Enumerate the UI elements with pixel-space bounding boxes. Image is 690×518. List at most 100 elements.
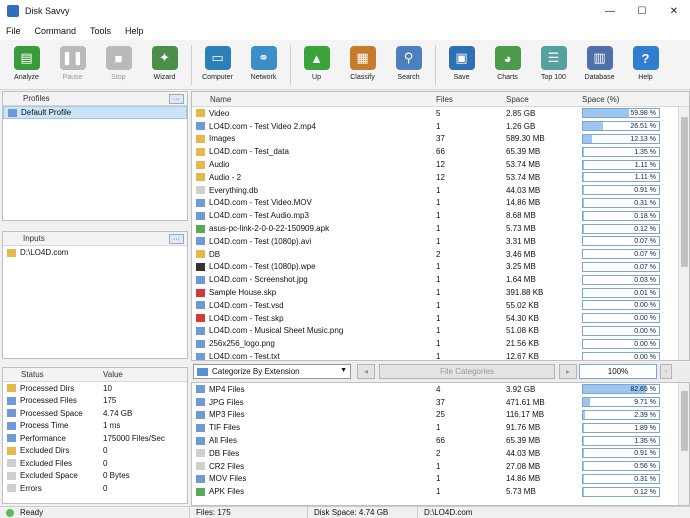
analyze-button[interactable]: ▤ Analyze	[4, 40, 49, 90]
table-row[interactable]: DB Files 2 44.03 MB 0.91 %	[192, 447, 689, 460]
table-row[interactable]: LO4D.com - Screenshot.jpg 1 1.64 MB 0.03 %	[192, 273, 689, 286]
space-pct-cell: 0.03 %	[580, 274, 666, 285]
table-row[interactable]: MP4 Files 4 3.92 GB 82.65 %	[192, 383, 689, 396]
table-row[interactable]: LO4D.com - Test_data 66 65.39 MB 1.35 %	[192, 145, 689, 158]
percent-box[interactable]: 100%	[579, 364, 657, 379]
table-row[interactable]: Images 37 589.30 MB 12.13 %	[192, 133, 689, 146]
files-cell: 1	[436, 121, 441, 131]
space-pct-bar: 0.00 %	[582, 325, 660, 336]
space-pct-column-header[interactable]: Space (%)	[580, 95, 666, 104]
categories-scrollbar-thumb[interactable]	[681, 391, 688, 451]
inputs-options-button[interactable]: ···	[169, 234, 184, 244]
space-pct-text: 0.18 %	[634, 212, 656, 220]
help-button[interactable]: ? Help	[623, 40, 668, 90]
database-button[interactable]: ▥ Database	[577, 40, 622, 90]
files-cell: 5	[436, 108, 441, 118]
name-text: LO4D.com - Test.txt	[209, 352, 280, 361]
categorize-select[interactable]: Categorize By Extension ▼	[193, 364, 351, 379]
table-row[interactable]: MOV Files 1 14.86 MB 0.31 %	[192, 473, 689, 486]
table-row[interactable]: Sample House.skp 1 391.88 KB 0.01 %	[192, 286, 689, 299]
menu-file[interactable]: File	[6, 26, 21, 36]
table-row[interactable]: LO4D.com - Test (1080p).wpe 1 3.25 MB 0.07 …	[192, 261, 689, 274]
files-cell: 1	[436, 198, 441, 208]
status-row[interactable]: Processed Space 4.74 GB	[3, 407, 187, 420]
value-column-header[interactable]: Value	[103, 370, 187, 379]
name-cell: asus-pc-link-2-0-0-22-150909.apk	[192, 224, 432, 233]
minimize-button[interactable]: —	[594, 0, 626, 22]
close-button[interactable]: ✕	[658, 0, 690, 22]
table-row[interactable]: LO4D.com - Test Video.MOV 1 14.86 MB 0.31 %	[192, 197, 689, 210]
space-pct-text: 26.51 %	[630, 123, 656, 131]
name-cell: LO4D.com - Test (1080p).wpe	[192, 262, 432, 271]
toolbar-separator	[435, 45, 436, 85]
name-column-header[interactable]: Name	[192, 95, 432, 104]
file-type-icon	[196, 326, 205, 335]
status-row[interactable]: Processed Files 175	[3, 395, 187, 408]
network-icon: ⚭	[250, 46, 277, 70]
categories-scrollbar[interactable]	[678, 383, 689, 505]
status-row[interactable]: Excluded Dirs 0	[3, 445, 187, 458]
status-row[interactable]: Performance 175000 Files/Sec	[3, 432, 187, 445]
computer-button[interactable]: ▭ Computer	[195, 40, 240, 90]
table-row[interactable]: DB 2 3.46 MB 0.07 %	[192, 248, 689, 261]
status-column-header[interactable]: Status	[3, 370, 103, 379]
files-scrollbar-thumb[interactable]	[681, 117, 688, 267]
table-row[interactable]: 256x256_logo.png 1 21.56 KB 0.00 %	[192, 337, 689, 350]
space-pct-fill	[583, 410, 585, 419]
menu-tools[interactable]: Tools	[90, 26, 111, 36]
profiles-options-button[interactable]: ···	[169, 94, 184, 104]
table-row[interactable]: MP3 Files 25 116.17 MB 2.39 %	[192, 409, 689, 422]
menu-help[interactable]: Help	[125, 26, 144, 36]
status-row[interactable]: Processed Dirs 10	[3, 382, 187, 395]
network-button[interactable]: ⚭ Network	[241, 40, 286, 90]
top-100-button[interactable]: ☰ Top 100	[531, 40, 576, 90]
toolbar-button-label: Save	[453, 74, 470, 81]
stop-button[interactable]: ■ Stop	[96, 40, 141, 90]
space-cell: 116.17 MB	[506, 410, 545, 420]
profile-item[interactable]: Default Profile	[3, 106, 187, 119]
table-row[interactable]: Audio 12 53.74 MB 1.11 %	[192, 158, 689, 171]
table-row[interactable]: Video 5 2.85 GB 59.98 %	[192, 107, 689, 120]
charts-button[interactable]: ◕ Charts	[485, 40, 530, 90]
files-column-header[interactable]: Files	[432, 95, 502, 104]
space-pct-text: 1.11 %	[634, 174, 656, 182]
checkbox-icon: ▫	[664, 367, 668, 376]
input-item[interactable]: D:\LO4D.com	[3, 246, 187, 259]
pause-button[interactable]: ❚❚ Pause	[50, 40, 95, 90]
table-row[interactable]: LO4D.com - Musical Sheet Music.png 1 51.08…	[192, 325, 689, 338]
next-category-button[interactable]: ▸	[559, 364, 577, 379]
table-row[interactable]: asus-pc-link-2-0-0-22-150909.apk 1 5.73 MB…	[192, 222, 689, 235]
table-row[interactable]: LO4D.com - Test.txt 1 12.67 KB 0.00 %	[192, 350, 689, 361]
files-scrollbar[interactable]	[678, 107, 689, 360]
table-row[interactable]: LO4D.com - Test.vsd 1 55.02 KB 0.00 %	[192, 299, 689, 312]
table-row[interactable]: LO4D.com - Test Video 2.mp4 1 1.26 GB 26.51…	[192, 120, 689, 133]
table-row[interactable]: APK Files 1 5.73 MB 0.12 %	[192, 485, 689, 498]
category-options-button[interactable]: ▫	[660, 364, 672, 379]
status-row[interactable]: Excluded Space 0 Bytes	[3, 470, 187, 483]
space-cell: 5.73 MB	[506, 487, 536, 497]
search-button[interactable]: ⚲ Search	[386, 40, 431, 90]
table-row[interactable]: All Files 66 65.39 MB 1.35 %	[192, 434, 689, 447]
maximize-button[interactable]: ☐	[626, 0, 658, 22]
save-button[interactable]: ▣ Save	[439, 40, 484, 90]
table-row[interactable]: TIF Files 1 91.76 MB 1.89 %	[192, 421, 689, 434]
status-row[interactable]: Errors 0	[3, 482, 187, 495]
up-button[interactable]: ▲ Up	[294, 40, 339, 90]
wizard-button[interactable]: ✦ Wizard	[142, 40, 187, 90]
classify-button[interactable]: ▦ Classify	[340, 40, 385, 90]
status-value: 175	[103, 396, 117, 406]
table-row[interactable]: LO4D.com - Test (1080p).avi 1 3.31 MB 0.07 …	[192, 235, 689, 248]
prev-category-button[interactable]: ◂	[357, 364, 375, 379]
table-row[interactable]: LO4D.com - Test Audio.mp3 1 8.68 MB 0.18 %	[192, 209, 689, 222]
table-row[interactable]: CR2 Files 1 27.08 MB 0.56 %	[192, 460, 689, 473]
file-categories-button[interactable]: File Categories	[379, 364, 555, 379]
space-column-header[interactable]: Space	[502, 95, 580, 104]
menu-command[interactable]: Command	[35, 26, 77, 36]
file-type-icon	[196, 198, 205, 207]
table-row[interactable]: Everything.db 1 44.03 MB 0.91 %	[192, 184, 689, 197]
table-row[interactable]: LO4D.com - Test.skp 1 54.30 KB 0.00 %	[192, 312, 689, 325]
status-row[interactable]: Excluded Files 0	[3, 457, 187, 470]
status-row[interactable]: Process Time 1 ms	[3, 420, 187, 433]
table-row[interactable]: JPG Files 37 471.61 MB 9.71 %	[192, 396, 689, 409]
table-row[interactable]: Audio - 2 12 53.74 MB 1.11 %	[192, 171, 689, 184]
